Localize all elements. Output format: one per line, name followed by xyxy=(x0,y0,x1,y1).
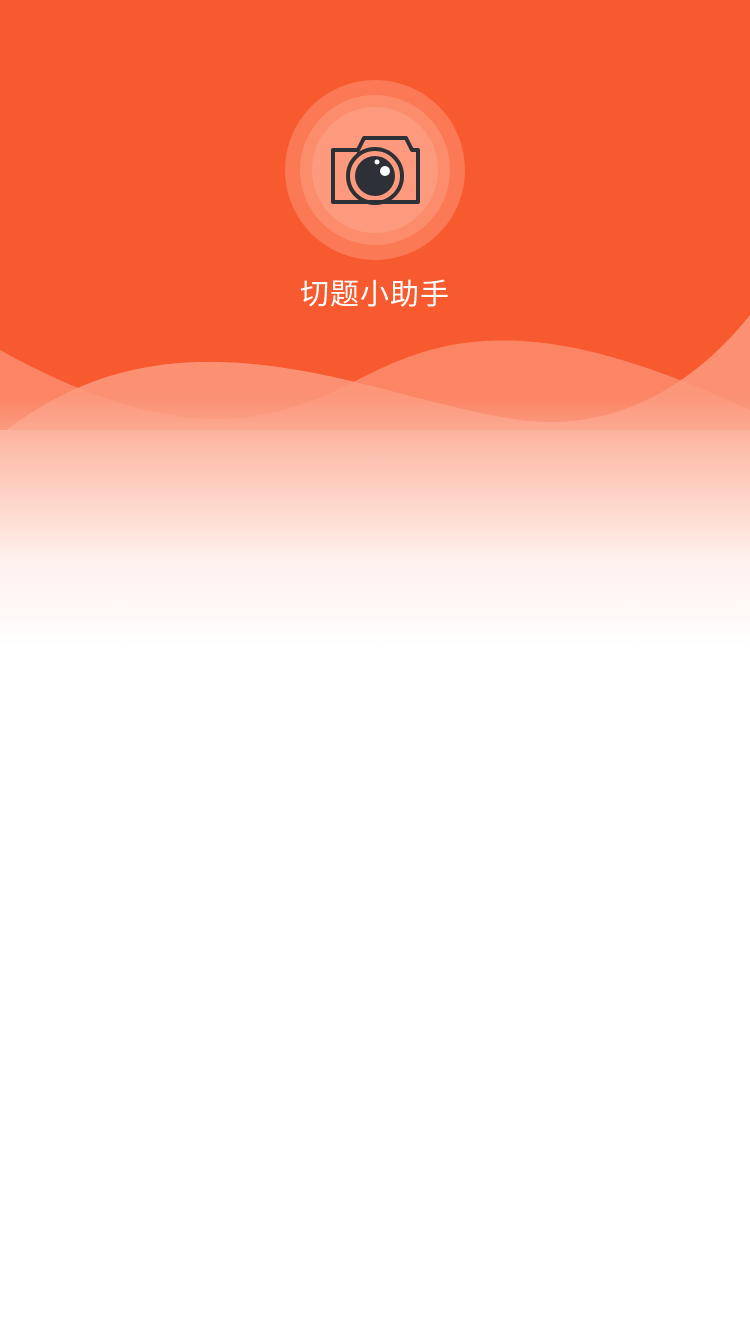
splash-screen: 切题小助手 xyxy=(0,0,750,1334)
app-logo xyxy=(285,80,465,260)
lens-highlight-large xyxy=(380,166,390,176)
app-name-title: 切题小助手 xyxy=(299,277,450,311)
lens-highlight-small xyxy=(374,159,380,165)
